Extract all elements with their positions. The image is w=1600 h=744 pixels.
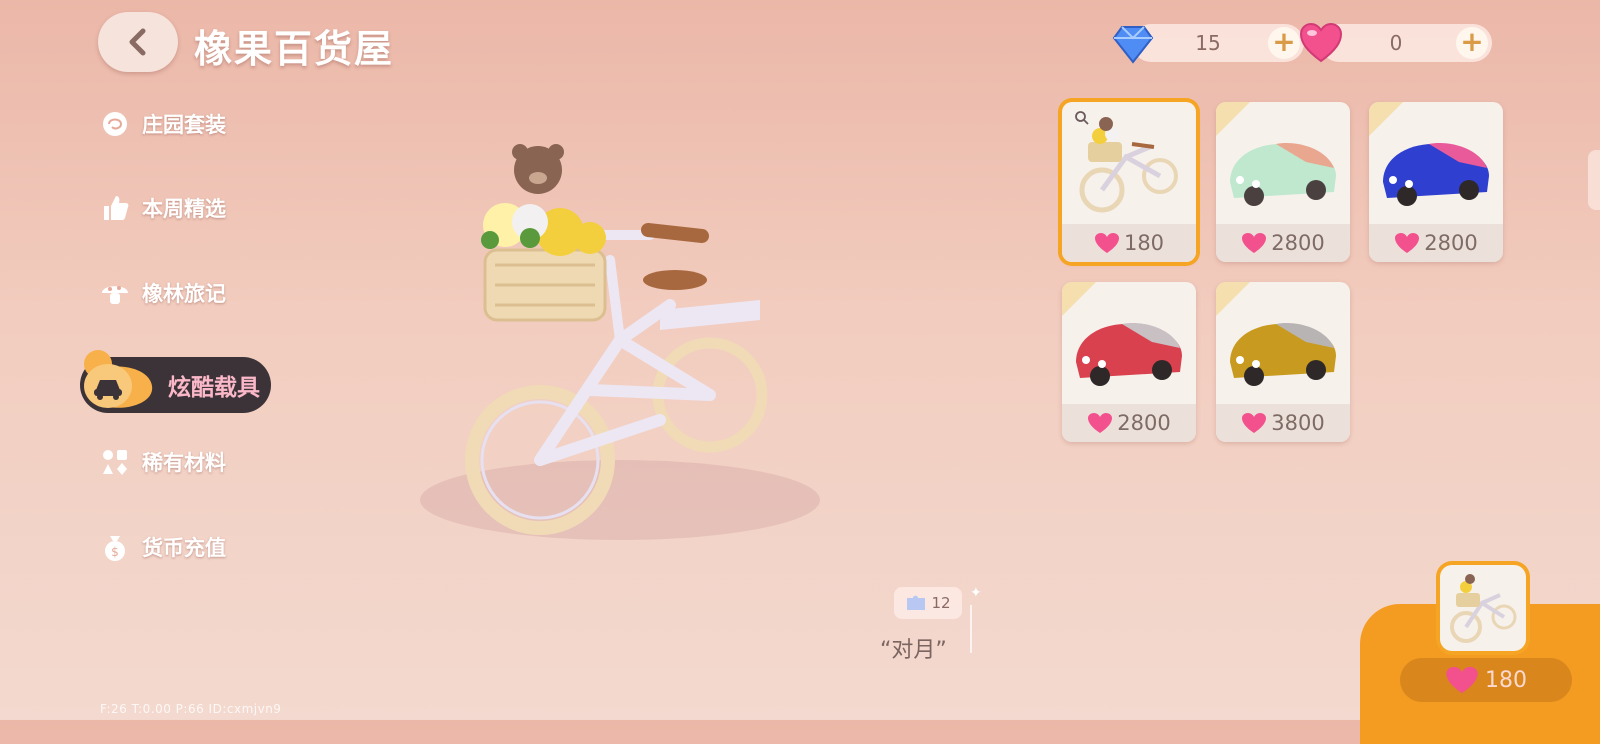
new-tag-corner xyxy=(1062,282,1096,316)
pink-heart-gem-icon xyxy=(1242,413,1267,433)
pink-heart-gem-icon xyxy=(1094,233,1119,253)
sidebar-item-rare-materials[interactable]: 稀有材料 xyxy=(100,442,226,482)
pink-heart-gem-icon xyxy=(1088,413,1113,433)
shop-item-card[interactable]: 2800 xyxy=(1062,282,1196,442)
add-diamond-button[interactable]: + xyxy=(1268,27,1300,59)
item-price: 2800 xyxy=(1062,404,1196,442)
pink-heart-gem-icon xyxy=(1242,233,1267,253)
sidebar-item-label: 稀有材料 xyxy=(142,451,226,475)
bicycle-thumbnail xyxy=(1450,574,1517,643)
shop-item-card[interactable]: 3800 xyxy=(1216,282,1350,442)
diamond-count: 15 xyxy=(1195,31,1221,55)
side-drawer-handle[interactable] xyxy=(1588,150,1600,210)
sidebar-item-label: 炫酷载具 xyxy=(168,375,260,401)
car-icon xyxy=(84,350,153,408)
selected-item-thumbnail xyxy=(1440,565,1526,651)
debug-info: F:26 T:0.00 P:66 ID:cxmjvn9 xyxy=(100,702,282,716)
new-tag-corner xyxy=(1369,102,1403,136)
item-price-value: 2800 xyxy=(1117,411,1171,435)
svg-text:$: $ xyxy=(111,545,119,559)
shop-item-card[interactable]: 2800 xyxy=(1216,102,1350,262)
shop-item-card[interactable]: 180 xyxy=(1062,102,1196,262)
sidebar-item-manor-set[interactable]: 庄园套装 xyxy=(100,104,226,144)
buy-price: 180 xyxy=(1485,667,1527,693)
diamond-currency: 15 + xyxy=(1112,24,1304,64)
item-price: 3800 xyxy=(1216,404,1350,442)
rose-icon xyxy=(103,112,127,136)
bicycle-preview-model[interactable] xyxy=(410,140,830,560)
back-button[interactable] xyxy=(98,12,178,72)
new-tag-corner xyxy=(1216,282,1250,316)
heart-currency: 0 + xyxy=(1299,22,1492,63)
sidebar-item-label: 货币充值 xyxy=(142,536,226,560)
collection-badge[interactable]: 12 xyxy=(894,587,962,619)
item-price-value: 180 xyxy=(1123,231,1165,255)
pink-heart-gem-icon xyxy=(1299,22,1343,63)
puzzle-piece-icon xyxy=(907,595,926,610)
item-price-value: 3800 xyxy=(1271,411,1325,435)
collection-count: 12 xyxy=(931,594,951,612)
sidebar-item-label: 本周精选 xyxy=(142,197,226,221)
sidebar-item-oak-journey[interactable]: 橡林旅记 xyxy=(100,273,226,313)
heart-count: 0 xyxy=(1389,31,1403,55)
shop-item-card[interactable]: 2800 xyxy=(1369,102,1503,262)
thumbs-up-icon xyxy=(104,196,129,220)
pink-heart-gem-icon xyxy=(1446,666,1478,694)
item-price-value: 2800 xyxy=(1424,231,1478,255)
mushroom-icon xyxy=(102,286,128,304)
divider xyxy=(970,605,972,653)
page-title: 橡果百货屋 xyxy=(194,27,395,71)
item-name: “对月” xyxy=(880,638,947,663)
sidebar-item-currency-topup[interactable]: $ 货币充值 xyxy=(100,527,226,567)
item-price-value: 2800 xyxy=(1271,231,1325,255)
sparkle-icon: ✦ xyxy=(970,585,982,601)
sidebar-item-weekly-picks[interactable]: 本周精选 xyxy=(100,188,226,228)
blue-diamond-icon xyxy=(1112,26,1154,64)
sidebar-item-label: 橡林旅记 xyxy=(142,282,226,306)
item-price: 2800 xyxy=(1216,224,1350,262)
buy-button[interactable]: 180 xyxy=(1400,658,1572,702)
new-tag-corner xyxy=(1216,102,1250,136)
materials-icon xyxy=(103,450,127,475)
chevron-left-icon xyxy=(129,28,146,56)
add-heart-button[interactable]: + xyxy=(1456,27,1488,59)
item-price: 180 xyxy=(1062,224,1196,262)
sidebar-item-label: 庄园套装 xyxy=(142,113,226,137)
money-bag-icon: $ xyxy=(105,536,125,561)
item-price: 2800 xyxy=(1369,224,1503,262)
pink-heart-gem-icon xyxy=(1395,233,1420,253)
zoom-icon[interactable] xyxy=(1074,110,1090,126)
